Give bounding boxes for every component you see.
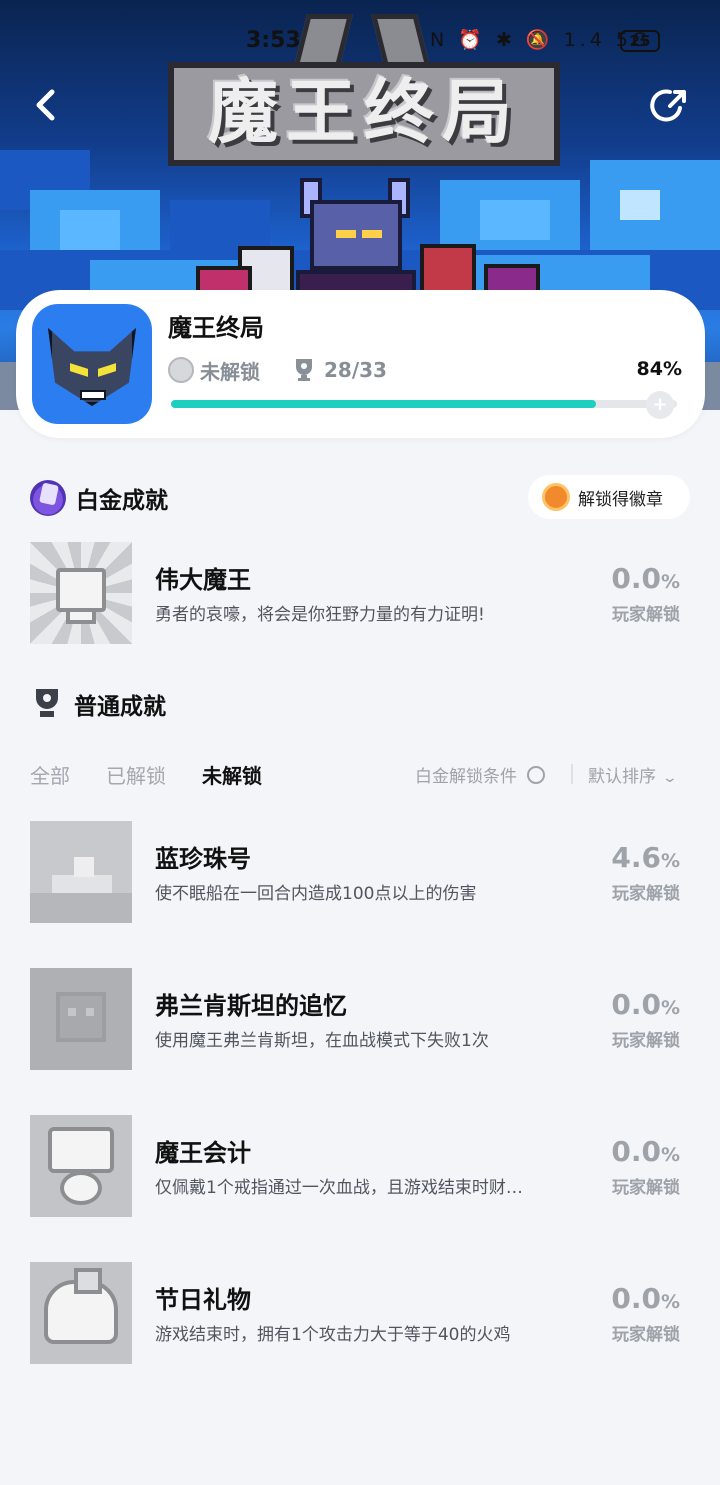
sort-label: 默认排序 bbox=[588, 767, 656, 787]
trophy-icon bbox=[296, 359, 312, 381]
achievement-thumbnail bbox=[30, 542, 132, 644]
chevron-left-icon bbox=[36, 89, 55, 121]
share-icon bbox=[650, 89, 686, 122]
platinum-badge-icon bbox=[168, 357, 194, 383]
trophy-count-text: 28/33 bbox=[324, 358, 387, 382]
progress-end-icon: + bbox=[646, 391, 674, 419]
achievement-rate-label: 玩家解锁 bbox=[612, 1031, 680, 1051]
unlock-badge-label: 解锁得徽章 bbox=[578, 489, 663, 510]
status-time: 3:53 bbox=[246, 28, 301, 53]
achievement-rate: 4.6% bbox=[590, 841, 680, 874]
achievement-thumbnail bbox=[30, 821, 132, 923]
game-name: 魔王终局 bbox=[168, 314, 264, 342]
achievement-rate: 0.0% bbox=[590, 562, 680, 595]
share-button[interactable] bbox=[646, 82, 694, 130]
tab-unlocked[interactable]: 已解锁 bbox=[106, 760, 166, 789]
battery-icon: 25 bbox=[620, 30, 660, 52]
trophy-count: 28/33 bbox=[292, 356, 387, 384]
achievement-desc: 使不眠船在一回合内造成100点以上的伤害 bbox=[155, 884, 477, 904]
rate-unit: % bbox=[660, 850, 680, 872]
section-title: 白金成就 bbox=[76, 488, 168, 514]
tab-all[interactable]: 全部 bbox=[30, 760, 70, 789]
achievement-title: 蓝珍珠号 bbox=[155, 845, 251, 873]
platinum-status-label: 未解锁 bbox=[200, 359, 260, 384]
pixel-cloud bbox=[480, 200, 550, 240]
achievement-rate: 0.0% bbox=[590, 1282, 680, 1315]
platinum-trophy-icon bbox=[30, 480, 66, 516]
rate-value: 0.0 bbox=[611, 562, 661, 595]
achievement-row-platinum[interactable]: 伟大魔王 勇者的哀嚎，将会是你狂野力量的有力证明! 0.0% 玩家解锁 bbox=[30, 542, 690, 644]
game-logo: 魔王终局 bbox=[168, 62, 560, 166]
divider bbox=[571, 764, 573, 784]
condition-label: 白金解锁条件 bbox=[415, 767, 517, 787]
achievement-rate: 0.0% bbox=[590, 988, 680, 1021]
chevron-down-icon: ⌄ bbox=[661, 770, 679, 786]
rate-value: 0.0 bbox=[611, 988, 661, 1021]
achievement-row[interactable]: 弗兰肯斯坦的追忆 使用魔王弗兰肯斯坦，在血战模式下失败1次 0.0% 玩家解锁 bbox=[30, 968, 690, 1070]
platinum-status: 未解锁 bbox=[168, 356, 260, 384]
achievement-title: 伟大魔王 bbox=[155, 566, 251, 594]
achievement-desc: 勇者的哀嚎，将会是你狂野力量的有力证明! bbox=[155, 605, 485, 625]
trophy-icon bbox=[30, 687, 64, 721]
progress-percent: 84% bbox=[636, 358, 682, 380]
rate-unit: % bbox=[660, 571, 680, 593]
rate-unit: % bbox=[660, 1144, 680, 1166]
radio-circle-icon bbox=[527, 765, 545, 784]
achievement-rate-label: 玩家解锁 bbox=[612, 1178, 680, 1198]
achievement-rate-label: 玩家解锁 bbox=[612, 884, 680, 904]
rate-value: 0.0 bbox=[611, 1282, 661, 1315]
achievement-title: 节日礼物 bbox=[155, 1286, 251, 1314]
achievement-title: 弗兰肯斯坦的追忆 bbox=[155, 992, 347, 1020]
achievement-thumbnail bbox=[30, 968, 132, 1070]
pixel-cloud bbox=[620, 190, 660, 220]
achievement-rate-label: 玩家解锁 bbox=[612, 1325, 680, 1345]
rate-unit: % bbox=[660, 1291, 680, 1313]
progress-bar bbox=[171, 400, 677, 408]
rate-unit: % bbox=[660, 997, 680, 1019]
normal-section-header: 普通成就 bbox=[30, 684, 166, 724]
filter-bar: 全部 已解锁 未解锁 白金解锁条件 默认排序 ⌄ bbox=[30, 756, 690, 792]
tab-locked[interactable]: 未解锁 bbox=[202, 760, 262, 789]
game-app-icon bbox=[32, 304, 152, 424]
achievement-desc: 使用魔王弗兰肯斯坦，在血战模式下失败1次 bbox=[155, 1031, 489, 1051]
progress-fill bbox=[171, 400, 597, 408]
achievement-row[interactable]: 魔王会计 仅佩戴1个戒指通过一次血战，且游戏结束时财… 0.0% 玩家解锁 bbox=[30, 1115, 690, 1217]
platinum-section-header: 白金成就 bbox=[30, 478, 168, 518]
achievement-title: 魔王会计 bbox=[155, 1139, 251, 1167]
achievement-desc: 仅佩戴1个戒指通过一次血战，且游戏结束时财… bbox=[155, 1178, 523, 1198]
status-icons: N ⏰ ✱ 🔕 1.4 5G bbox=[430, 29, 651, 51]
rate-value: 4.6 bbox=[611, 841, 661, 874]
achievement-desc: 游戏结束时，拥有1个攻击力大于等于40的火鸡 bbox=[155, 1325, 511, 1345]
pixel-cloud bbox=[60, 210, 120, 250]
medal-icon bbox=[542, 483, 570, 511]
achievement-rate: 0.0% bbox=[590, 1135, 680, 1168]
achievement-thumbnail bbox=[30, 1115, 132, 1217]
achievement-row[interactable]: 蓝珍珠号 使不眠船在一回合内造成100点以上的伤害 4.6% 玩家解锁 bbox=[30, 821, 690, 923]
achievement-rate-label: 玩家解锁 bbox=[612, 605, 680, 625]
sort-dropdown[interactable]: 默认排序 ⌄ bbox=[588, 762, 679, 787]
platinum-condition-toggle[interactable]: 白金解锁条件 bbox=[415, 762, 545, 787]
achievement-row[interactable]: 节日礼物 游戏结束时，拥有1个攻击力大于等于40的火鸡 0.0% 玩家解锁 bbox=[30, 1262, 690, 1364]
section-title: 普通成就 bbox=[74, 694, 166, 720]
back-button[interactable] bbox=[24, 82, 70, 128]
achievement-thumbnail bbox=[30, 1262, 132, 1364]
rate-value: 0.0 bbox=[611, 1135, 661, 1168]
status-bar: 3:53 N ⏰ ✱ 🔕 1.4 5G 25 bbox=[0, 28, 720, 60]
unlock-badge-button[interactable]: 解锁得徽章 bbox=[528, 475, 690, 519]
game-summary-card: 魔王终局 未解锁 28/33 84% + bbox=[16, 290, 705, 438]
